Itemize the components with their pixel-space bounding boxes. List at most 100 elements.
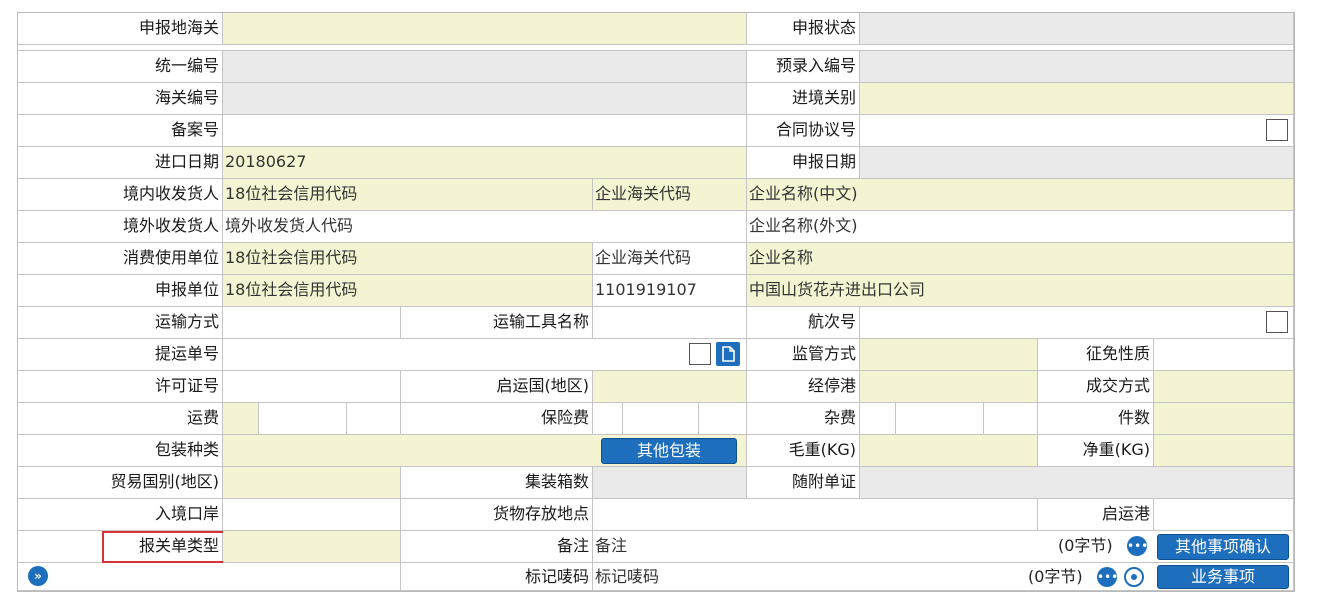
customs-office-field[interactable] [223, 13, 747, 45]
label-attached-docs: 随附单证 [747, 467, 860, 499]
label-supervision-mode: 监管方式 [747, 339, 860, 371]
label-storage-place: 货物存放地点 [401, 499, 593, 531]
record-no-field[interactable] [223, 115, 747, 147]
pieces-field[interactable] [1154, 403, 1294, 435]
label-voyage-no: 航次号 [747, 307, 860, 339]
label-trade-country: 贸易国别(地区) [18, 467, 223, 499]
domestic-enterprise-name-input[interactable]: 企业名称(中文) [747, 179, 1294, 211]
document-icon[interactable] [716, 342, 740, 366]
label-entry-customs: 进境关别 [747, 83, 860, 115]
marks-add-icon[interactable] [1124, 567, 1144, 587]
storage-place-field[interactable] [593, 499, 1038, 531]
label-unified-no: 统一编号 [18, 51, 223, 83]
container-count-field [593, 467, 747, 499]
label-declare-date: 申报日期 [747, 147, 860, 179]
declaration-type-field[interactable] [223, 531, 401, 563]
declaring-customs-code-input[interactable]: 1101919107 [593, 275, 747, 307]
bill-no-field[interactable] [223, 339, 747, 371]
consumer-enterprise-name-input[interactable]: 企业名称 [747, 243, 1294, 275]
customs-no-field [223, 83, 747, 115]
misc-fee-amount-field[interactable] [896, 403, 984, 435]
net-weight-field[interactable] [1154, 435, 1294, 467]
entry-port-field[interactable] [223, 499, 401, 531]
label-freight: 运费 [18, 403, 223, 435]
label-license-no: 许可证号 [18, 371, 223, 403]
label-domestic-consignee: 境内收发货人 [18, 179, 223, 211]
voyage-checkbox[interactable] [1266, 311, 1288, 333]
label-pre-entry-no: 预录入编号 [747, 51, 860, 83]
label-vehicle-name: 运输工具名称 [401, 307, 593, 339]
trade-country-field[interactable] [223, 467, 401, 499]
label-departure-port: 启运港 [1038, 499, 1154, 531]
label-contract-no: 合同协议号 [747, 115, 860, 147]
business-items-button[interactable]: 业务事项 [1157, 565, 1289, 589]
declare-status-field [860, 13, 1294, 45]
label-net-weight: 净重(KG) [1038, 435, 1154, 467]
declaring-enterprise-name-input[interactable]: 中国山货花卉进出口公司 [747, 275, 1294, 307]
pre-entry-no-field [860, 51, 1294, 83]
marks-byte-counter: (0字节) [1028, 567, 1083, 586]
entry-customs-field[interactable] [860, 83, 1294, 115]
contract-checkbox[interactable] [1266, 119, 1288, 141]
freight-currency-field[interactable] [347, 403, 401, 435]
other-packaging-button[interactable]: 其他包装 [601, 438, 737, 464]
freight-amount-field[interactable] [259, 403, 347, 435]
customs-declaration-form: 申报地海关 申报状态 统一编号 预录入编号 海关编号 进境关别 备案号 合同协议… [17, 12, 1295, 592]
unified-no-field [223, 51, 747, 83]
label-misc-fee: 杂费 [747, 403, 860, 435]
other-confirm-button[interactable]: 其他事项确认 [1157, 534, 1289, 560]
label-consumer-unit: 消费使用单位 [18, 243, 223, 275]
label-bill-no: 提运单号 [18, 339, 223, 371]
label-entry-port: 入境口岸 [18, 499, 223, 531]
label-departure-country: 启运国(地区) [401, 371, 593, 403]
gross-weight-field[interactable] [860, 435, 1038, 467]
attached-docs-field [860, 467, 1294, 499]
foreign-consignor-code-input[interactable]: 境外收发货人代码 [223, 211, 747, 243]
label-customs-no: 海关编号 [18, 83, 223, 115]
label-container-count: 集装箱数 [401, 467, 593, 499]
declare-date-field [860, 147, 1294, 179]
marks-more-icon[interactable]: ••• [1097, 567, 1118, 587]
label-import-date: 进口日期 [18, 147, 223, 179]
voyage-no-field[interactable] [860, 307, 1294, 339]
insurance-type-field[interactable] [593, 403, 623, 435]
contract-no-field[interactable] [860, 115, 1294, 147]
label-record-no: 备案号 [18, 115, 223, 147]
label-levy-nature: 征免性质 [1038, 339, 1154, 371]
consumer-credit-code-input[interactable]: 18位社会信用代码 [223, 243, 593, 275]
expand-cell [18, 563, 401, 591]
departure-port-field[interactable] [1154, 499, 1294, 531]
misc-fee-type-field[interactable] [860, 403, 896, 435]
deal-mode-field[interactable] [1154, 371, 1294, 403]
misc-fee-currency-field[interactable] [984, 403, 1038, 435]
label-package-type: 包装种类 [18, 435, 223, 467]
supervision-mode-field[interactable] [860, 339, 1038, 371]
label-stop-port: 经停港 [747, 371, 860, 403]
consumer-customs-code-input[interactable]: 企业海关代码 [593, 243, 747, 275]
stop-port-field[interactable] [860, 371, 1038, 403]
declaring-credit-code-input[interactable]: 18位社会信用代码 [223, 275, 593, 307]
label-marks: 标记唛码 [401, 563, 593, 591]
import-date-field[interactable]: 20180627 [223, 147, 747, 179]
label-gross-weight: 毛重(KG) [747, 435, 860, 467]
bill-no-checkbox[interactable] [689, 343, 711, 365]
levy-nature-field[interactable] [1154, 339, 1294, 371]
label-insurance: 保险费 [401, 403, 593, 435]
label-pieces: 件数 [1038, 403, 1154, 435]
foreign-enterprise-name-input[interactable]: 企业名称(外文) [747, 211, 1294, 243]
domestic-credit-code-input[interactable]: 18位社会信用代码 [223, 179, 593, 211]
insurance-currency-field[interactable] [699, 403, 747, 435]
vehicle-name-field[interactable] [593, 307, 747, 339]
label-remark: 备注 [401, 531, 593, 563]
label-customs-office: 申报地海关 [18, 13, 223, 45]
expand-icon[interactable]: » [28, 566, 48, 586]
remark-more-icon[interactable]: ••• [1127, 536, 1148, 556]
label-deal-mode: 成交方式 [1038, 371, 1154, 403]
departure-country-field[interactable] [593, 371, 747, 403]
transport-mode-field[interactable] [223, 307, 401, 339]
domestic-customs-code-input[interactable]: 企业海关代码 [593, 179, 747, 211]
license-no-field[interactable] [223, 371, 401, 403]
label-declare-status: 申报状态 [747, 13, 860, 45]
freight-type-field[interactable] [223, 403, 259, 435]
insurance-amount-field[interactable] [623, 403, 699, 435]
